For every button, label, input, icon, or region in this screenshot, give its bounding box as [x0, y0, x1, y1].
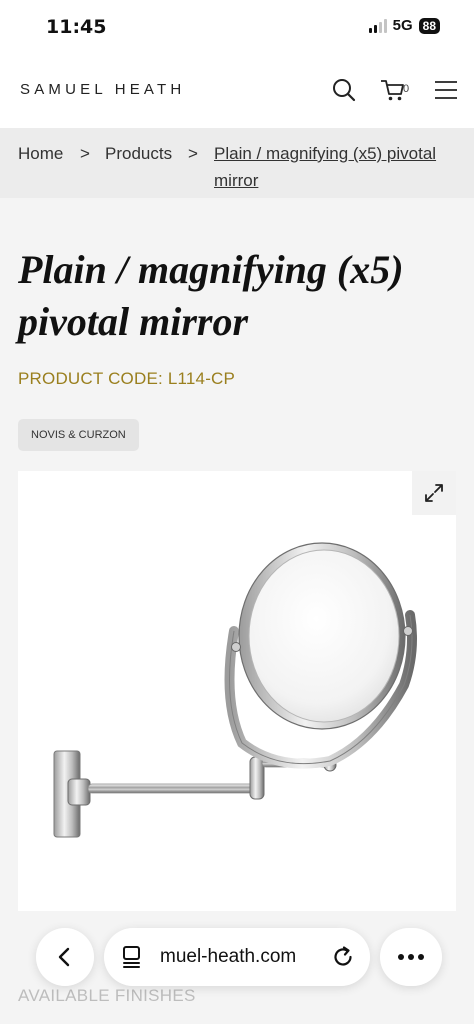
available-finishes-heading: AVAILABLE FINISHES	[18, 986, 196, 1005]
url-text: muel-heath.com	[160, 946, 297, 967]
breadcrumb-separator: >	[80, 144, 90, 163]
product-image-panel	[18, 471, 456, 911]
cart-count: 0	[403, 83, 410, 95]
product-title: Plain / magnifying (x5) pivotal mirror	[18, 247, 404, 344]
signal-icon	[368, 18, 387, 33]
more-icon	[398, 954, 424, 960]
expand-icon	[425, 484, 443, 502]
menu-icon[interactable]	[432, 76, 460, 104]
battery-icon: 88	[418, 17, 440, 34]
breadcrumb-separator: >	[188, 144, 198, 163]
expand-image-button[interactable]	[412, 471, 456, 515]
product-code: PRODUCT CODE: L114-CP	[18, 369, 236, 388]
network-label: 5G	[392, 17, 413, 34]
browser-toolbar: muel-heath.com	[36, 928, 442, 986]
product-image	[53, 542, 417, 838]
back-button[interactable]	[36, 928, 94, 986]
brand-logo[interactable]: SAMUEL HEATH	[20, 81, 185, 98]
reload-icon[interactable]	[330, 944, 356, 970]
breadcrumb-products[interactable]: Products	[105, 140, 172, 167]
address-bar[interactable]: muel-heath.com	[104, 928, 370, 986]
collection-tag[interactable]: NOVIS & CURZON	[18, 419, 139, 451]
site-header: SAMUEL HEATH 0	[0, 56, 474, 128]
status-indicators: 5G 88	[368, 17, 440, 34]
breadcrumb-current[interactable]: Plain / magnifying (x5) pivotal mirror	[214, 140, 462, 194]
breadcrumb-home[interactable]: Home	[18, 140, 63, 167]
search-icon[interactable]	[330, 76, 358, 104]
chevron-left-icon	[58, 947, 70, 967]
status-time: 11:45	[46, 16, 107, 38]
more-options-button[interactable]	[380, 928, 442, 986]
tabs-icon[interactable]	[120, 944, 146, 970]
breadcrumb-bar: Home > Products > Plain / magnifying (x5…	[0, 128, 474, 198]
status-bar: 11:45 5G 88	[0, 0, 474, 56]
